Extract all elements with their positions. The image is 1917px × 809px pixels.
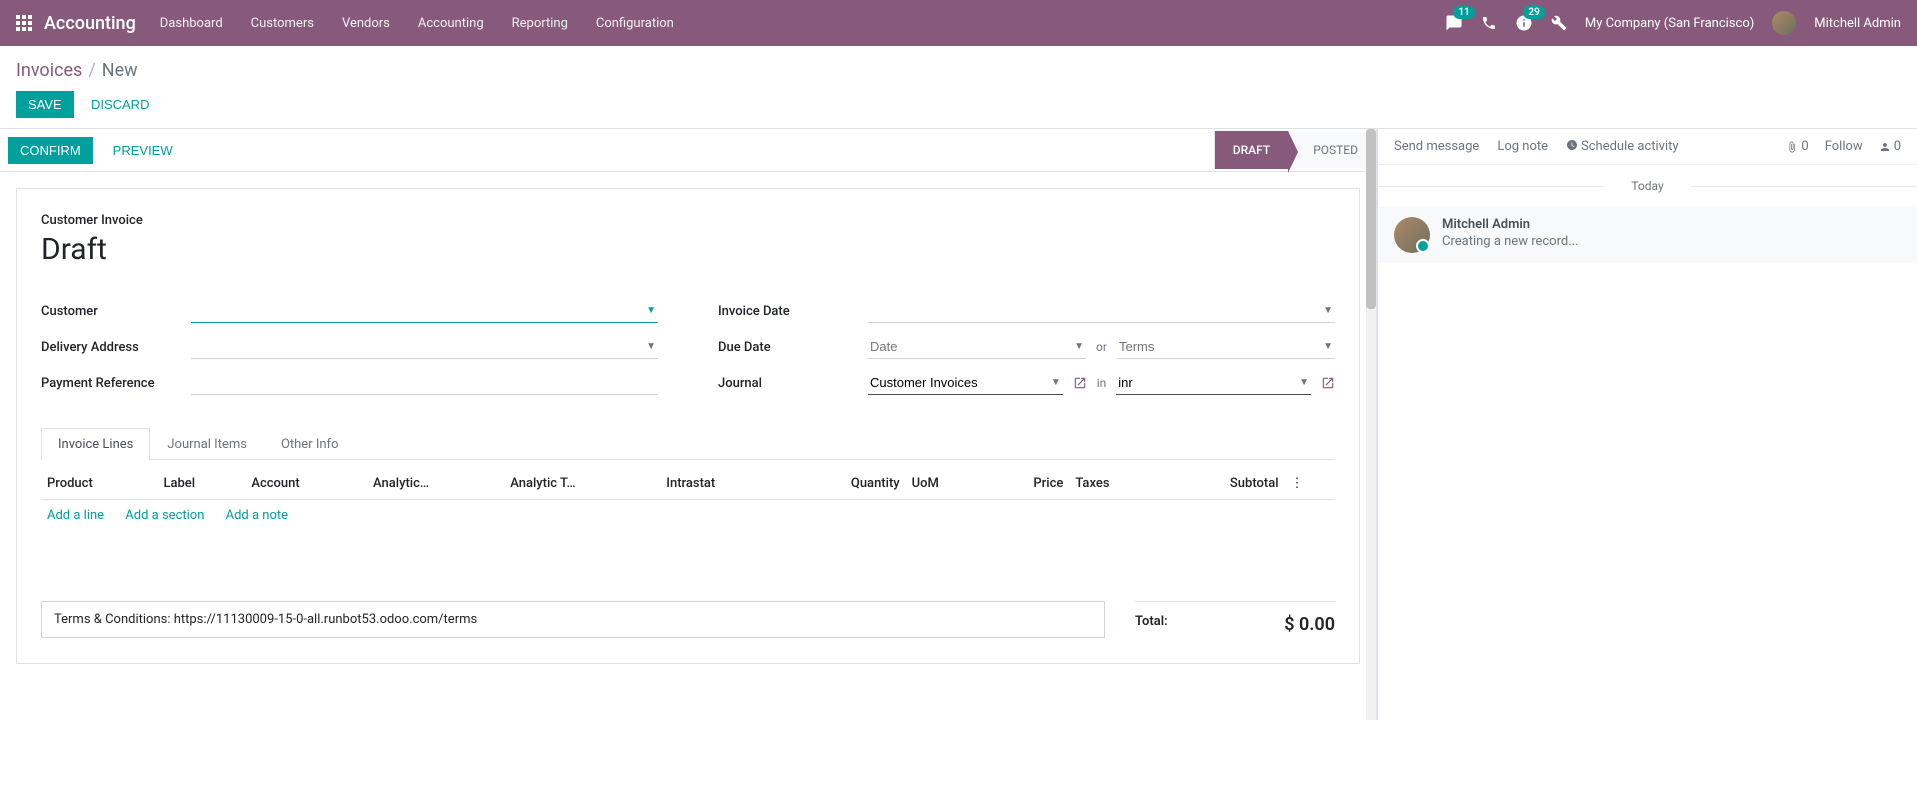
- scrollbar-thumb[interactable]: [1366, 129, 1376, 309]
- log-note-button[interactable]: Log note: [1497, 139, 1548, 154]
- invoice-date-field[interactable]: [868, 299, 1335, 323]
- chat-message: Mitchell Admin Creating a new record...: [1378, 207, 1917, 263]
- message-avatar: [1394, 217, 1430, 253]
- messages-badge: 11: [1453, 6, 1474, 19]
- stage-posted[interactable]: Posted: [1288, 131, 1376, 169]
- message-body: Creating a new record...: [1442, 234, 1579, 249]
- attachments-button[interactable]: 0: [1786, 139, 1808, 154]
- payment-reference-field[interactable]: [191, 371, 658, 395]
- col-label[interactable]: Label: [157, 468, 245, 500]
- currency-field[interactable]: [1116, 371, 1311, 395]
- app-name[interactable]: Accounting: [44, 13, 136, 34]
- columns-menu-icon[interactable]: ⋮: [1285, 468, 1335, 500]
- or-text: or: [1096, 340, 1107, 354]
- nav-configuration[interactable]: Configuration: [596, 16, 674, 31]
- nav-reporting[interactable]: Reporting: [512, 16, 568, 31]
- col-taxes[interactable]: Taxes: [1069, 468, 1162, 500]
- in-text: in: [1097, 376, 1107, 390]
- nav-vendors[interactable]: Vendors: [342, 16, 390, 31]
- external-link-icon[interactable]: [1321, 376, 1335, 390]
- nav-dashboard[interactable]: Dashboard: [160, 16, 223, 31]
- chatter: Send message Log note Schedule activity …: [1377, 128, 1917, 720]
- nav-customers[interactable]: Customers: [251, 16, 314, 31]
- apps-icon[interactable]: [16, 15, 32, 31]
- navbar-right: 11 29 My Company (San Francisco) Mitchel…: [1445, 11, 1901, 35]
- terms-conditions[interactable]: Terms & Conditions: https://11130009-15-…: [41, 601, 1105, 638]
- col-uom[interactable]: UoM: [906, 468, 985, 500]
- user-avatar[interactable]: [1772, 11, 1796, 35]
- save-button[interactable]: Save: [16, 91, 74, 118]
- phone-icon[interactable]: [1481, 15, 1497, 31]
- add-a-section[interactable]: Add a section: [125, 508, 204, 523]
- notebook-tabs: Invoice Lines Journal Items Other Info: [41, 427, 1335, 460]
- confirm-button[interactable]: Confirm: [8, 137, 93, 164]
- breadcrumb: Invoices / New: [16, 60, 1901, 81]
- user-name[interactable]: Mitchell Admin: [1814, 16, 1901, 31]
- debug-icon[interactable]: [1551, 15, 1567, 31]
- total-value: $ 0.00: [1284, 614, 1335, 635]
- delivery-address-field[interactable]: [191, 335, 658, 359]
- col-analytic-account[interactable]: Analytic…: [367, 468, 504, 500]
- due-date-field[interactable]: [868, 335, 1086, 359]
- tab-journal-items[interactable]: Journal Items: [150, 428, 264, 460]
- label-payment-ref: Payment Reference: [41, 376, 191, 391]
- messages-icon[interactable]: 11: [1445, 14, 1463, 32]
- statusbar: Confirm Preview Draft Posted: [0, 129, 1376, 172]
- breadcrumb-current: New: [102, 60, 138, 81]
- journal-field[interactable]: [868, 371, 1063, 395]
- external-link-icon[interactable]: [1073, 376, 1087, 390]
- label-journal: Journal: [718, 376, 868, 391]
- send-message-button[interactable]: Send message: [1394, 139, 1479, 154]
- activities-icon[interactable]: 29: [1515, 14, 1533, 32]
- activities-badge: 29: [1523, 6, 1544, 19]
- breadcrumb-parent[interactable]: Invoices: [16, 60, 82, 81]
- company-selector[interactable]: My Company (San Francisco): [1585, 16, 1754, 31]
- col-quantity[interactable]: Quantity: [783, 468, 905, 500]
- stage-draft[interactable]: Draft: [1214, 131, 1288, 169]
- today-separator: Today: [1378, 165, 1917, 207]
- nav-accounting[interactable]: Accounting: [418, 16, 484, 31]
- add-a-line[interactable]: Add a line: [47, 508, 104, 523]
- followers-button[interactable]: 0: [1879, 139, 1901, 154]
- form-sheet: Customer Invoice Draft Customer ▼ Delive…: [16, 188, 1360, 664]
- tab-other-info[interactable]: Other Info: [264, 428, 356, 460]
- control-panel: Invoices / New Save Discard: [0, 46, 1917, 128]
- chatter-topbar: Send message Log note Schedule activity …: [1378, 129, 1917, 165]
- message-author: Mitchell Admin: [1442, 217, 1579, 232]
- col-account[interactable]: Account: [245, 468, 367, 500]
- col-price[interactable]: Price: [985, 468, 1070, 500]
- preview-button[interactable]: Preview: [105, 137, 181, 164]
- col-subtotal[interactable]: Subtotal: [1162, 468, 1284, 500]
- schedule-activity-button[interactable]: Schedule activity: [1566, 139, 1679, 154]
- add-a-note[interactable]: Add a note: [226, 508, 288, 523]
- label-customer: Customer: [41, 304, 191, 319]
- follow-button[interactable]: Follow: [1825, 139, 1863, 154]
- payment-terms-field[interactable]: [1117, 335, 1335, 359]
- label-due-date: Due Date: [718, 340, 868, 355]
- col-product[interactable]: Product: [41, 468, 157, 500]
- breadcrumb-sep: /: [88, 60, 95, 81]
- col-intrastat[interactable]: Intrastat: [660, 468, 783, 500]
- label-delivery: Delivery Address: [41, 340, 191, 355]
- discard-button[interactable]: Discard: [83, 91, 158, 118]
- sheet-subtitle: Customer Invoice: [41, 213, 1335, 228]
- form-area: Confirm Preview Draft Posted Customer In…: [0, 128, 1377, 720]
- total-label: Total:: [1135, 614, 1168, 635]
- invoice-lines-table: Product Label Account Analytic… Analytic…: [41, 468, 1335, 531]
- col-analytic-tags[interactable]: Analytic T…: [504, 468, 660, 500]
- customer-field[interactable]: [191, 299, 658, 323]
- label-invoice-date: Invoice Date: [718, 304, 868, 319]
- top-navbar: Accounting Dashboard Customers Vendors A…: [0, 0, 1917, 46]
- tab-invoice-lines[interactable]: Invoice Lines: [41, 428, 150, 460]
- sheet-title: Draft: [41, 232, 1335, 267]
- nav-menu: Dashboard Customers Vendors Accounting R…: [160, 16, 674, 31]
- totals: Total: $ 0.00: [1135, 601, 1335, 639]
